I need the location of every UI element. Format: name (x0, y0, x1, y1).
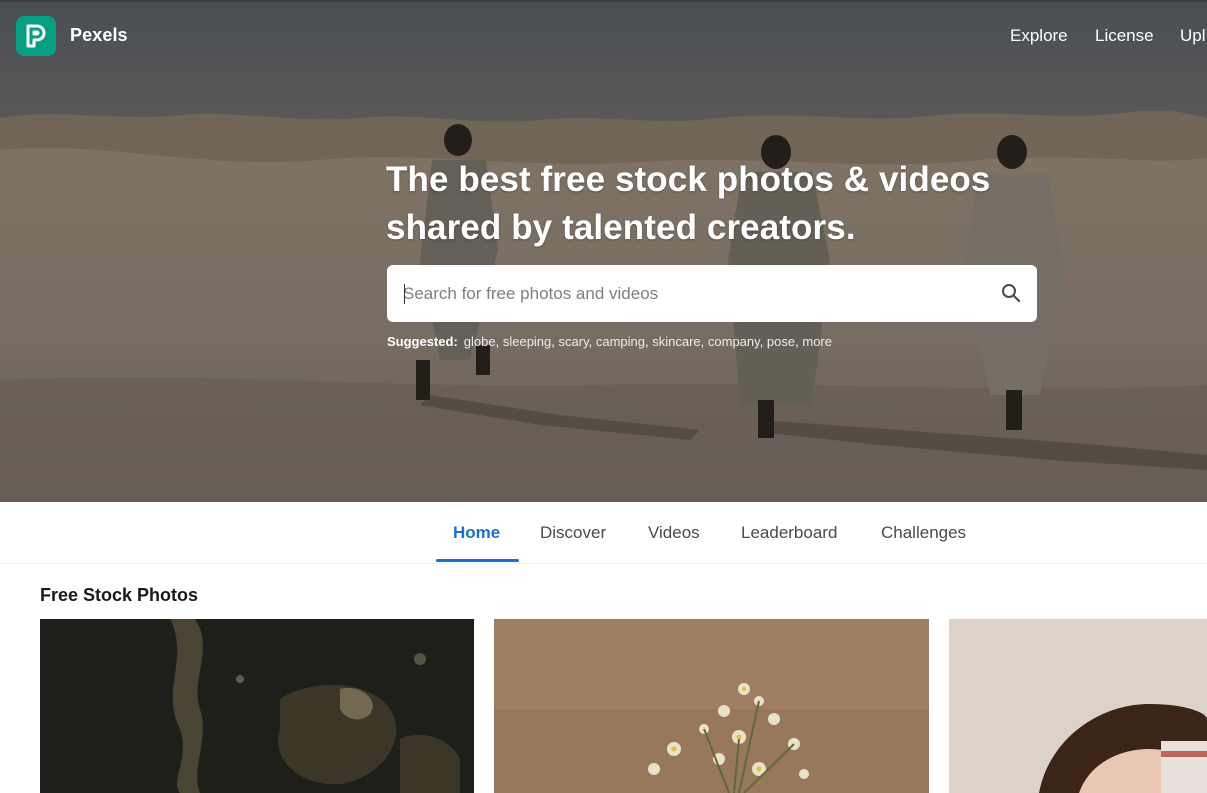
search-box[interactable] (387, 265, 1037, 322)
suggested-tag-globe[interactable]: globe (464, 334, 496, 349)
tabs-bar: Home Discover Videos Leaderboard Challen… (0, 502, 1207, 564)
nav-link-license[interactable]: License (1095, 26, 1154, 46)
brand-name[interactable]: Pexels (70, 25, 128, 46)
suggested-label: Suggested: (387, 334, 458, 349)
section-title: Free Stock Photos (40, 585, 199, 605)
tab-challenges[interactable]: Challenges (881, 523, 966, 543)
hero-title: The best free stock photos & videos shar… (386, 156, 1046, 252)
suggested-tag-scary[interactable]: scary (559, 334, 589, 349)
tab-home[interactable]: Home (453, 523, 500, 543)
suggested-searches: Suggested: globe, sleeping, scary, campin… (387, 334, 832, 349)
tab-discover[interactable]: Discover (540, 523, 606, 543)
suggested-tag-sleeping[interactable]: sleeping (503, 334, 551, 349)
nav-link-upload[interactable]: Upl (1180, 26, 1206, 46)
photo-card-1[interactable] (40, 619, 474, 793)
search-input[interactable] (403, 278, 993, 309)
suggested-tag-camping[interactable]: camping (596, 334, 645, 349)
suggested-tag-skincare[interactable]: skincare (652, 334, 700, 349)
search-icon[interactable] (999, 281, 1023, 305)
active-tab-indicator (436, 559, 519, 562)
text-caret (404, 284, 405, 304)
photo-card-3[interactable] (949, 619, 1207, 793)
suggested-tag-pose[interactable]: pose (767, 334, 795, 349)
navbar: Pexels Explore License Upl (0, 0, 1207, 72)
photo-card-2[interactable] (494, 619, 929, 793)
hero-title-line-2: shared by talented creators. (386, 208, 856, 247)
suggested-tag-more[interactable]: more (802, 334, 832, 349)
suggested-tag-company[interactable]: company (708, 334, 760, 349)
pexels-logo-icon[interactable] (16, 16, 56, 56)
nav-link-explore[interactable]: Explore (1010, 26, 1068, 46)
tab-leaderboard[interactable]: Leaderboard (741, 523, 837, 543)
hero-content: The best free stock photos & videos shar… (386, 156, 1046, 349)
tab-videos[interactable]: Videos (648, 523, 700, 543)
hero-title-line-1: The best free stock photos & videos (386, 160, 991, 199)
